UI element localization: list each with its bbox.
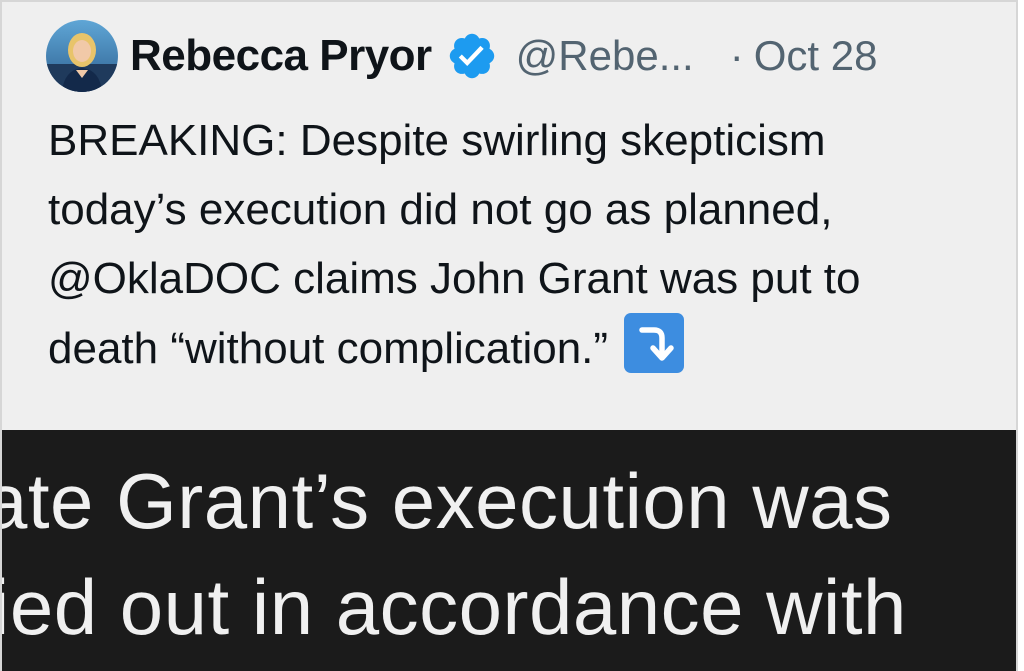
tweet-date[interactable]: Oct 28 (754, 32, 878, 80)
display-name[interactable]: Rebecca Pryor (130, 31, 432, 81)
tweet-text-line: today’s execution did not go as planned, (48, 185, 833, 234)
tweet-media-image[interactable]: ate Grant’s execution was ied out in acc… (2, 430, 1016, 671)
separator-dot: · (729, 32, 744, 79)
tweet-text-line: BREAKING: Despite swirling skepticism (48, 116, 826, 165)
tweet-text-line: @OklaDOC claims John Grant was put to (48, 254, 861, 303)
user-handle[interactable]: @Rebe... (516, 32, 694, 80)
tweet-header: Rebecca Pryor @Rebe... · Oct 28 (46, 18, 877, 94)
tweet-card[interactable]: Rebecca Pryor @Rebe... · Oct 28 BREAKING… (0, 0, 1018, 671)
media-text-line: ied out in accordance with (2, 563, 907, 651)
tweet-text-line-last: death “without complication.” (48, 313, 1008, 383)
verified-badge-icon (449, 33, 494, 79)
avatar[interactable] (46, 20, 118, 92)
tweet-text: BREAKING: Despite swirling skepticism to… (48, 106, 1008, 383)
tweet-text-line: death “without complication.” (48, 324, 609, 373)
right-arrow-curving-down-icon (624, 313, 685, 373)
avatar-photo (46, 20, 118, 92)
media-text-line: ate Grant’s execution was (2, 457, 893, 545)
